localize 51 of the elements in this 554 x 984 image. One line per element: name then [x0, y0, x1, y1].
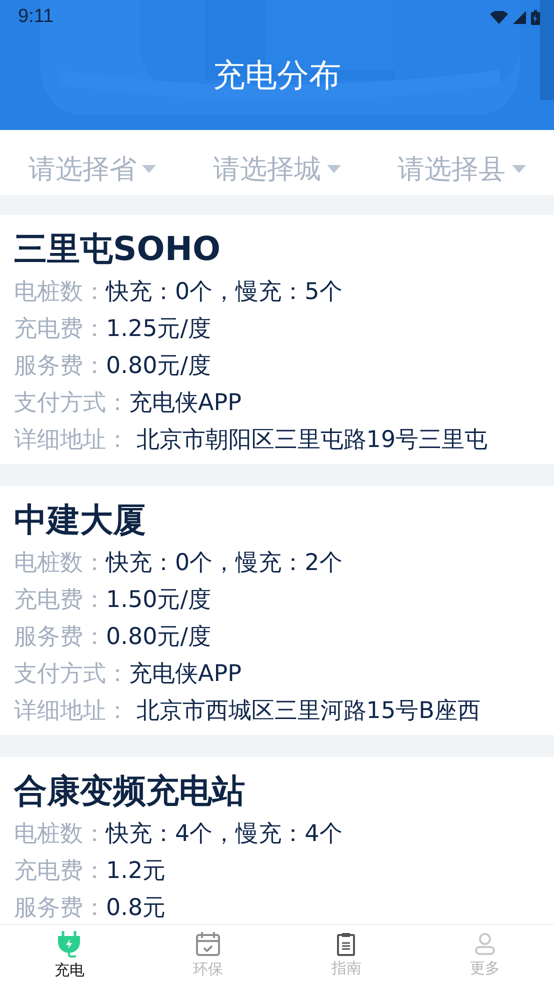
status-time: 9:11 — [18, 6, 54, 28]
station-card[interactable]: 合康变频充电站 电桩数：快充：4个，慢充：4个 充电费：1.2元 服务费：0.8元 — [0, 757, 554, 924]
field-label: 电桩数： — [14, 549, 106, 578]
field-label: 服务费： — [14, 894, 106, 923]
field-value: 快充：4个，慢充：4个 — [106, 820, 342, 849]
field-label: 电桩数： — [14, 820, 106, 849]
field-value: 1.50元/度 — [106, 586, 211, 615]
nav-tab[interactable]: 环保 — [138, 925, 277, 984]
station-card[interactable]: 中建大厦 电桩数：快充：0个，慢充：2个 充电费：1.50元/度 服务费：0.80元/度 支付方式：充电侠APP 详细地址： 北京市西城区三里河路15号B座西 — [0, 486, 554, 735]
signal-icon — [513, 10, 526, 24]
field-label: 详细地址： — [14, 426, 129, 455]
wifi-icon — [490, 10, 508, 24]
field-label: 充电费： — [14, 315, 106, 344]
field-label: 支付方式： — [14, 389, 129, 418]
station-name: 三里屯SOHO — [14, 228, 222, 270]
field-value: 充电侠APP — [129, 389, 242, 418]
field-value: 充电侠APP — [129, 660, 242, 689]
region-dropdown[interactable]: 请选择省 — [28, 150, 156, 186]
calendar-check-icon — [194, 930, 221, 956]
station-card[interactable]: 三里屯SOHO 电桩数：快充：0个，慢充：5个 充电费：1.25元/度 服务费：0.80元/度 支付方式：充电侠APP 详细地址： 北京市朝阳区三里屯路19号三里屯 — [0, 215, 554, 464]
field-value: 北京市朝阳区三里屯路19号三里屯 — [135, 426, 488, 455]
person-icon — [472, 932, 497, 956]
region-dropdown[interactable]: 请选择县 — [398, 150, 526, 186]
field-value: 0.80元/度 — [106, 623, 211, 652]
field-value: 北京市西城区三里河路15号B座西 — [135, 697, 480, 726]
plug-icon — [56, 930, 82, 958]
nav-tab[interactable]: 指南 — [277, 925, 416, 984]
field-label: 服务费： — [14, 352, 106, 381]
field-value: 1.25元/度 — [106, 315, 211, 344]
nav-tab[interactable]: 更多 — [416, 925, 554, 984]
field-label: 充电费： — [14, 586, 106, 615]
page-title: 充电分布 — [213, 55, 341, 96]
field-label: 支付方式： — [14, 660, 129, 689]
field-value: 快充：0个，慢充：5个 — [106, 278, 342, 307]
region-dropdown[interactable]: 请选择城 — [212, 150, 341, 186]
battery-icon — [531, 10, 540, 24]
station-name: 合康变频充电站 — [14, 770, 246, 812]
field-label: 充电费： — [14, 857, 106, 886]
nav-tab[interactable]: 充电 — [0, 925, 138, 984]
caret-icon — [326, 164, 341, 172]
field-label: 服务费： — [14, 623, 106, 652]
caret-icon — [512, 164, 526, 172]
field-value: 0.80元/度 — [106, 352, 211, 381]
clipboard-icon — [336, 932, 356, 956]
field-label: 电桩数： — [14, 278, 106, 307]
field-value: 1.2元 — [106, 857, 166, 886]
station-name: 中建大厦 — [14, 498, 147, 540]
field-label: 详细地址： — [14, 697, 129, 726]
caret-icon — [142, 164, 156, 172]
field-value: 快充：0个，慢充：2个 — [106, 549, 342, 578]
field-value: 0.8元 — [106, 894, 166, 923]
